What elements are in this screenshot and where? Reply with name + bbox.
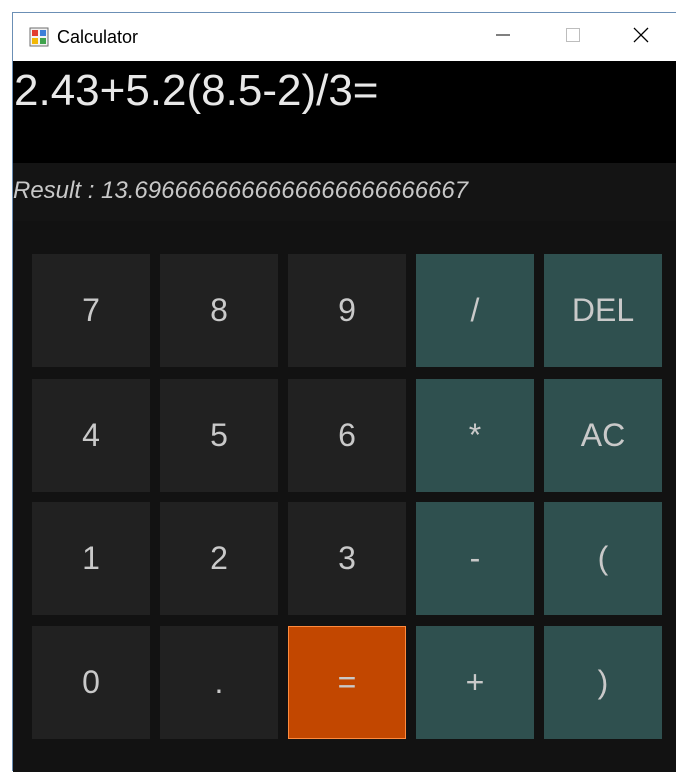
result-display: Result : 13.6966666666666666666666667: [13, 163, 676, 221]
key-divide[interactable]: /: [416, 254, 534, 367]
key-decimal[interactable]: .: [160, 626, 278, 739]
key-6[interactable]: 6: [288, 379, 406, 492]
key-5[interactable]: 5: [160, 379, 278, 492]
close-button[interactable]: [606, 13, 676, 61]
keypad: 7 8 9 / DEL 4 5 6 * AC 1 2 3 - ( 0 . = +…: [13, 221, 676, 772]
key-8[interactable]: 8: [160, 254, 278, 367]
key-3[interactable]: 3: [288, 502, 406, 615]
key-add[interactable]: +: [416, 626, 534, 739]
minimize-button[interactable]: [468, 13, 538, 61]
close-icon: [633, 27, 649, 48]
maximize-button[interactable]: [538, 13, 608, 61]
key-close-paren[interactable]: ): [544, 626, 662, 739]
key-open-paren[interactable]: (: [544, 502, 662, 615]
minimize-icon: [496, 28, 510, 47]
maximize-icon: [566, 27, 580, 47]
key-delete[interactable]: DEL: [544, 254, 662, 367]
key-4[interactable]: 4: [32, 379, 150, 492]
key-9[interactable]: 9: [288, 254, 406, 367]
key-2[interactable]: 2: [160, 502, 278, 615]
key-1[interactable]: 1: [32, 502, 150, 615]
key-all-clear[interactable]: AC: [544, 379, 662, 492]
key-subtract[interactable]: -: [416, 502, 534, 615]
title-bar[interactable]: Calculator: [13, 13, 676, 61]
key-0[interactable]: 0: [32, 626, 150, 739]
key-multiply[interactable]: *: [416, 379, 534, 492]
calculator-app-icon: [29, 27, 49, 47]
key-equals[interactable]: =: [288, 626, 406, 739]
calculator-window: Calculator 2.43+5.2(8.5-2)/3= Result : 1…: [12, 12, 676, 772]
key-7[interactable]: 7: [32, 254, 150, 367]
window-title: Calculator: [57, 27, 139, 47]
expression-display: 2.43+5.2(8.5-2)/3=: [13, 61, 676, 163]
